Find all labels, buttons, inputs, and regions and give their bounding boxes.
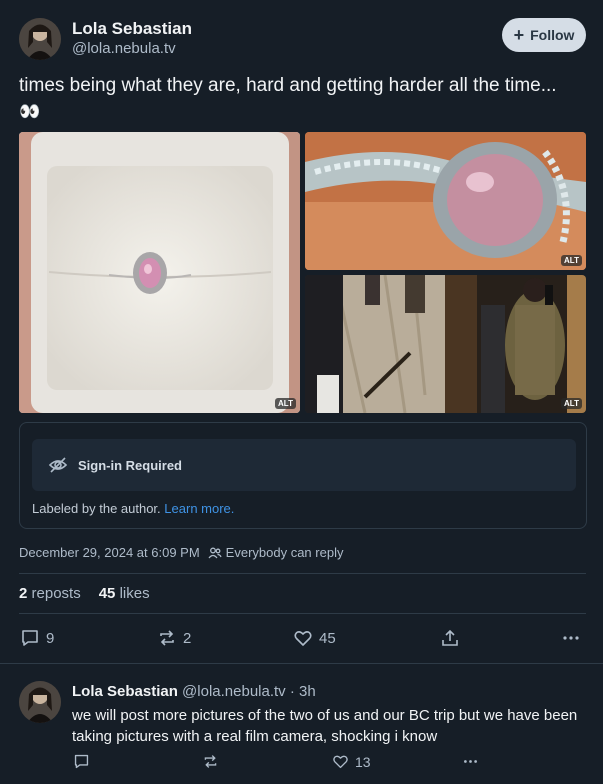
share-icon bbox=[442, 629, 458, 646]
divider bbox=[19, 613, 586, 614]
post-meta: December 29, 2024 at 6:09 PM Everybody c… bbox=[19, 545, 343, 560]
follow-button[interactable]: + Follow bbox=[502, 18, 586, 52]
reply-icon bbox=[22, 630, 38, 646]
learn-more-link[interactable]: Learn more. bbox=[164, 501, 234, 516]
reply-reply-button[interactable] bbox=[73, 753, 90, 770]
reply-count: 9 bbox=[46, 629, 55, 647]
reply-header: Lola Sebastian @lola.nebula.tv · 3h bbox=[72, 683, 316, 700]
alt-badge[interactable]: ALT bbox=[561, 398, 582, 409]
share-button[interactable] bbox=[440, 628, 460, 648]
reposts-label: reposts bbox=[31, 585, 81, 602]
author-avatar[interactable] bbox=[19, 18, 61, 60]
reply-text: we will post more pictures of the two of… bbox=[72, 707, 578, 745]
reply-like-button[interactable]: 13 bbox=[332, 753, 371, 770]
reply-icon bbox=[74, 754, 89, 769]
repost-count: 2 bbox=[183, 629, 192, 647]
reply-author-avatar[interactable] bbox=[19, 681, 61, 723]
thread-divider bbox=[0, 663, 603, 664]
reposts-stat[interactable]: 2 reposts bbox=[19, 585, 81, 602]
image-hallway[interactable]: ALT bbox=[305, 275, 586, 413]
more-icon bbox=[464, 760, 477, 763]
people-icon bbox=[208, 546, 222, 560]
post-text-body: times being what they are, hard and gett… bbox=[19, 75, 557, 96]
reply-author-name[interactable]: Lola Sebastian bbox=[72, 683, 178, 700]
reply-author-handle[interactable]: @lola.nebula.tv bbox=[182, 683, 286, 700]
more-options-button[interactable] bbox=[561, 628, 581, 648]
sign-in-required-banner[interactable]: Sign-in Required bbox=[32, 439, 576, 491]
like-button[interactable]: 45 bbox=[293, 628, 336, 648]
likes-label: likes bbox=[119, 585, 150, 602]
likes-count: 45 bbox=[98, 585, 116, 602]
reply-setting[interactable]: Everybody can reply bbox=[226, 545, 344, 560]
reply-time[interactable]: · 3h bbox=[290, 683, 316, 700]
reply-button[interactable]: 9 bbox=[20, 628, 54, 648]
author-handle[interactable]: @lola.nebula.tv bbox=[72, 40, 176, 57]
likes-stat[interactable]: 45 likes bbox=[99, 585, 150, 602]
eye-slash-icon bbox=[48, 455, 68, 475]
more-icon bbox=[563, 636, 579, 640]
post-emoji: 👀 bbox=[19, 102, 41, 121]
alt-badge[interactable]: ALT bbox=[275, 398, 296, 409]
image-ring[interactable]: ALT bbox=[19, 132, 300, 413]
post-timestamp[interactable]: December 29, 2024 at 6:09 PM bbox=[19, 545, 200, 560]
heart-icon bbox=[294, 631, 312, 646]
labeled-by-text: Labeled by the author. bbox=[32, 501, 161, 516]
repost-button[interactable]: 2 bbox=[157, 628, 191, 648]
repost-icon bbox=[160, 630, 174, 646]
plus-icon: + bbox=[513, 25, 525, 45]
author-name[interactable]: Lola Sebastian bbox=[72, 19, 192, 39]
image-ring-closeup[interactable]: ALT bbox=[305, 132, 586, 270]
divider bbox=[19, 573, 586, 574]
reply-like-count: 13 bbox=[355, 753, 371, 770]
reposts-count: 2 bbox=[19, 585, 28, 602]
label-source: Labeled by the author. Learn more. bbox=[32, 501, 234, 516]
alt-badge[interactable]: ALT bbox=[561, 255, 582, 266]
heart-icon bbox=[333, 755, 348, 769]
like-count: 45 bbox=[319, 629, 336, 647]
content-warning-box: Sign-in Required Labeled by the author. … bbox=[19, 422, 587, 529]
repost-icon bbox=[204, 755, 217, 768]
reply-more-button[interactable] bbox=[462, 753, 479, 770]
follow-label: Follow bbox=[530, 27, 575, 43]
post-stats: 2 reposts 45 likes bbox=[19, 585, 150, 602]
reply-repost-button[interactable] bbox=[202, 753, 219, 770]
post-text: times being what they are, hard and gett… bbox=[19, 73, 584, 125]
sign-in-required-text: Sign-in Required bbox=[78, 457, 182, 473]
